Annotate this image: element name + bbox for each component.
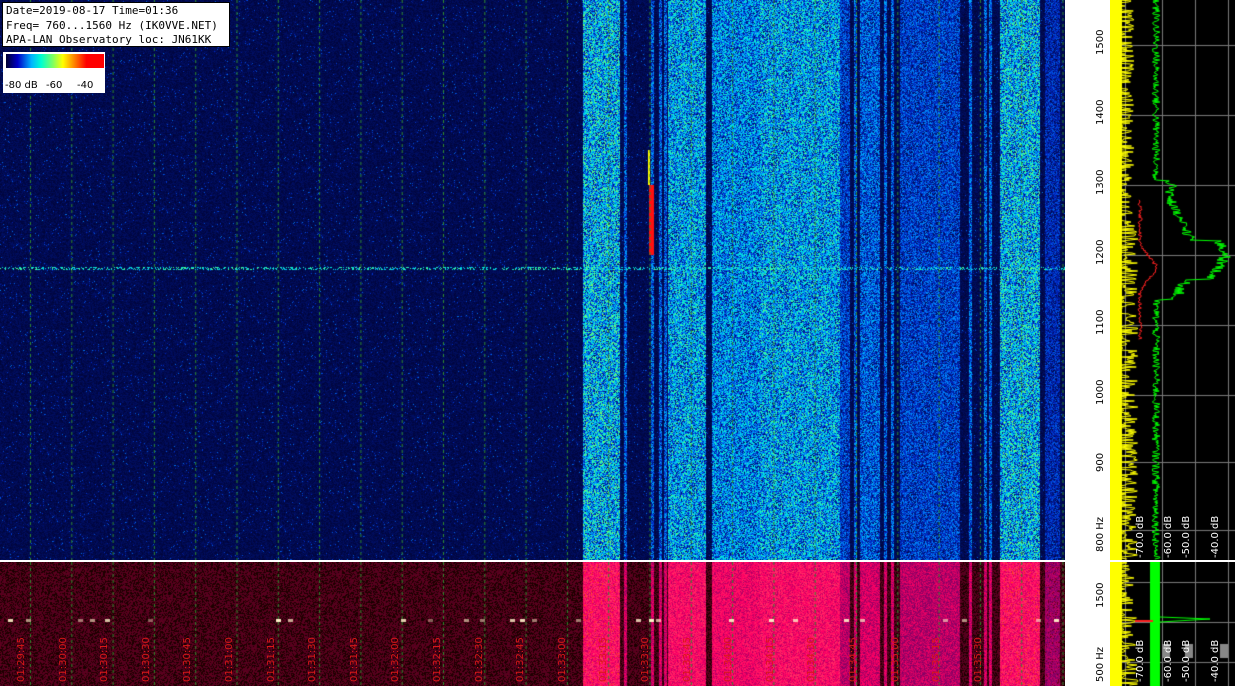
spectrum-db-label: -60.0 dB <box>1163 515 1174 558</box>
time-tick-label: 01:30:45 <box>182 637 194 682</box>
waterfall-spectrogram <box>0 0 1065 560</box>
colorbar-label-min: -80 dB <box>5 80 38 91</box>
bottom-spectrum-db-label: -70.0 dB <box>1135 639 1146 682</box>
freq-tick-label: 800 Hz <box>1095 516 1106 552</box>
time-tick-label: 01:35:00 <box>889 637 901 682</box>
bottom-freq-tick-label: 500 Hz <box>1095 646 1106 682</box>
bottom-freq-tick-label: 1500 <box>1095 582 1106 608</box>
freq-tick-label: 900 <box>1095 452 1106 472</box>
time-tick-label: 01:35:30 <box>972 637 984 682</box>
time-tick-label: 01:34:15 <box>764 637 776 682</box>
freq-tick-label: 1000 <box>1095 379 1106 405</box>
freq-tick-label: 1300 <box>1095 169 1106 195</box>
time-tick-label: 01:30:15 <box>99 637 111 682</box>
colorbar-label-max: -40 <box>77 80 94 91</box>
colorbar: -80 dB -60 -40 <box>3 52 105 93</box>
freq-tick-label: 1400 <box>1095 99 1106 125</box>
frequency-scale <box>1065 0 1110 560</box>
time-tick-label: 01:34:30 <box>806 637 818 682</box>
freq-tick-label: 1200 <box>1095 239 1106 265</box>
time-tick-label: 01:33:00 <box>556 637 568 682</box>
time-tick-label: 01:33:15 <box>598 637 610 682</box>
time-tick-label: 01:32:45 <box>515 637 527 682</box>
time-tick-label: 01:33:45 <box>681 637 693 682</box>
bottom-spectrum-db-label: -40.0 dB <box>1210 639 1221 682</box>
time-tick-label: 01:31:00 <box>224 637 235 682</box>
waterfall-display: Date=2019-08-17 Time=01:36 Freq= 760...1… <box>0 0 1235 686</box>
bottom-spectrum-db-label: -60.0 dB <box>1163 639 1174 682</box>
time-tick-label: 01:32:30 <box>473 637 485 682</box>
header-info: Date=2019-08-17 Time=01:36 Freq= 760...1… <box>2 2 230 47</box>
time-tick-label: 01:30:30 <box>140 637 152 682</box>
time-tick-label: 01:31:15 <box>265 637 277 682</box>
time-tick-label: 01:34:45 <box>848 637 859 682</box>
time-tick-label: 01:35:15 <box>931 637 943 682</box>
freq-line: Freq= 760...1560 Hz (IK0VVE.NET) <box>6 18 218 32</box>
time-tick-label: 01:30:00 <box>57 637 69 682</box>
time-tick-label: 01:29:45 <box>16 637 27 682</box>
freq-tick-label: 1500 <box>1095 29 1106 55</box>
date-time-line: Date=2019-08-17 Time=01:36 <box>6 4 179 17</box>
time-tick-label: 01:34:00 <box>723 637 735 682</box>
time-tick-label: 01:31:30 <box>307 637 319 682</box>
spectrum-trace <box>1110 0 1235 560</box>
spectrum-db-label: -70.0 dB <box>1135 515 1146 558</box>
spectrum-db-label: -50.0 dB <box>1181 515 1192 558</box>
time-tick-label: 01:32:00 <box>390 637 402 682</box>
wideband-waterfall <box>0 562 1065 686</box>
time-tick-label: 01:31:45 <box>348 637 360 682</box>
colorbar-gradient <box>6 54 104 68</box>
time-tick-label: 01:32:15 <box>432 637 443 682</box>
freq-tick-label: 1100 <box>1095 309 1106 335</box>
spectrum-db-label: -40.0 dB <box>1210 515 1221 558</box>
time-tick-label: 01:33:30 <box>640 637 651 682</box>
colorbar-label-mid: -60 <box>46 80 63 91</box>
observatory-line: APA-LAN Observatory loc: JN61KK <box>6 33 212 46</box>
bottom-spectrum-db-label: -50.0 dB <box>1181 639 1192 682</box>
